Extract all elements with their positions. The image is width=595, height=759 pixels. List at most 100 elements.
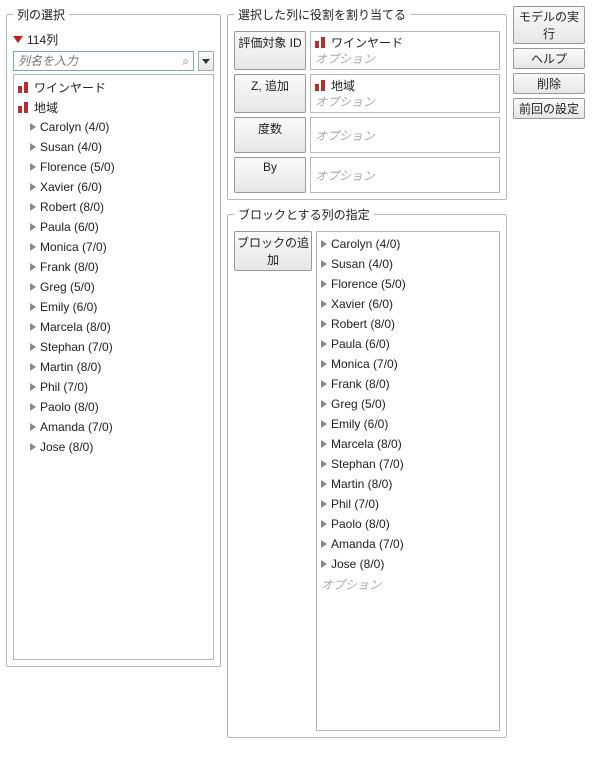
- search-input[interactable]: [16, 53, 180, 69]
- expand-icon: [30, 163, 36, 171]
- role-dropzone[interactable]: ワインヤードオプション: [310, 31, 500, 70]
- expand-icon: [30, 203, 36, 211]
- column-list-item[interactable]: Paula (6/0): [16, 217, 211, 237]
- block-list-item[interactable]: Greg (5/0): [319, 394, 497, 414]
- column-list[interactable]: ワインヤード地域Carolyn (4/0)Susan (4/0)Florence…: [13, 74, 214, 660]
- blocks-panel: ブロックとする列の指定 ブロックの追加 Carolyn (4/0)Susan (…: [227, 206, 507, 738]
- block-label: Paula (6/0): [331, 337, 390, 351]
- column-label: Marcela (8/0): [40, 320, 111, 334]
- nominal-icon: [315, 80, 327, 91]
- block-list-item[interactable]: Xavier (6/0): [319, 294, 497, 314]
- expand-icon: [30, 363, 36, 371]
- dropdown-icon[interactable]: [13, 36, 23, 43]
- option-placeholder: オプション: [315, 50, 495, 67]
- expand-icon: [321, 380, 327, 388]
- role-dropzone[interactable]: オプション: [310, 117, 500, 153]
- block-list-item[interactable]: Jose (8/0): [319, 554, 497, 574]
- column-select-legend: 列の選択: [13, 6, 69, 23]
- expand-icon: [30, 323, 36, 331]
- column-list-item[interactable]: Greg (5/0): [16, 277, 211, 297]
- block-list-item[interactable]: Florence (5/0): [319, 274, 497, 294]
- search-input-wrap[interactable]: ⌕: [13, 51, 194, 71]
- block-list-item[interactable]: Stephan (7/0): [319, 454, 497, 474]
- block-label: Martin (8/0): [331, 477, 392, 491]
- expand-icon: [30, 143, 36, 151]
- block-label: Amanda (7/0): [331, 537, 404, 551]
- block-list-item[interactable]: Frank (8/0): [319, 374, 497, 394]
- block-label: Robert (8/0): [331, 317, 395, 331]
- block-list-item[interactable]: Robert (8/0): [319, 314, 497, 334]
- column-list-item[interactable]: Xavier (6/0): [16, 177, 211, 197]
- block-list-item[interactable]: Amanda (7/0): [319, 534, 497, 554]
- role-value: 地域: [331, 77, 355, 94]
- expand-icon: [321, 440, 327, 448]
- run-model-button[interactable]: モデルの実行: [513, 6, 585, 44]
- column-label: Monica (7/0): [40, 240, 107, 254]
- expand-icon: [321, 340, 327, 348]
- block-label: Stephan (7/0): [331, 457, 404, 471]
- block-list-item[interactable]: Marcela (8/0): [319, 434, 497, 454]
- block-label: Greg (5/0): [331, 397, 386, 411]
- column-count-label: 114列: [27, 31, 58, 48]
- block-list-item[interactable]: Martin (8/0): [319, 474, 497, 494]
- role-button[interactable]: 度数: [234, 117, 306, 153]
- column-list-item[interactable]: ワインヤード: [16, 77, 211, 97]
- block-list-item[interactable]: Paula (6/0): [319, 334, 497, 354]
- block-label: Xavier (6/0): [331, 297, 393, 311]
- expand-icon: [30, 303, 36, 311]
- column-list-item[interactable]: Frank (8/0): [16, 257, 211, 277]
- prev-settings-button[interactable]: 前回の設定: [513, 98, 585, 119]
- role-button[interactable]: 評価対象 ID: [234, 31, 306, 70]
- roles-legend: 選択した列に役割を割り当てる: [234, 6, 410, 23]
- expand-icon: [30, 403, 36, 411]
- block-label: Jose (8/0): [331, 557, 384, 571]
- column-list-item[interactable]: Stephan (7/0): [16, 337, 211, 357]
- nominal-icon: [18, 102, 30, 113]
- block-list-item[interactable]: Monica (7/0): [319, 354, 497, 374]
- add-block-button[interactable]: ブロックの追加: [234, 231, 312, 271]
- expand-icon: [321, 480, 327, 488]
- role-dropzone[interactable]: オプション: [310, 157, 500, 193]
- column-list-item[interactable]: Jose (8/0): [16, 437, 211, 457]
- column-list-item[interactable]: Robert (8/0): [16, 197, 211, 217]
- block-label: Phil (7/0): [331, 497, 379, 511]
- column-list-item[interactable]: Amanda (7/0): [16, 417, 211, 437]
- column-list-item[interactable]: Carolyn (4/0): [16, 117, 211, 137]
- column-list-item[interactable]: Monica (7/0): [16, 237, 211, 257]
- block-list-item[interactable]: Carolyn (4/0): [319, 234, 497, 254]
- nominal-icon: [18, 82, 30, 93]
- column-list-item[interactable]: Susan (4/0): [16, 137, 211, 157]
- expand-icon: [321, 280, 327, 288]
- column-label: ワインヤード: [34, 79, 106, 96]
- block-list-item[interactable]: Emily (6/0): [319, 414, 497, 434]
- column-label: Phil (7/0): [40, 380, 88, 394]
- column-list-item[interactable]: Phil (7/0): [16, 377, 211, 397]
- block-list-item[interactable]: Phil (7/0): [319, 494, 497, 514]
- column-list-item[interactable]: 地域: [16, 97, 211, 117]
- search-dropdown-button[interactable]: [198, 51, 214, 71]
- column-list-item[interactable]: Martin (8/0): [16, 357, 211, 377]
- column-label: 地域: [34, 99, 58, 116]
- role-button[interactable]: Z, 追加: [234, 74, 306, 113]
- expand-icon: [30, 443, 36, 451]
- column-label: Frank (8/0): [40, 260, 99, 274]
- blocks-legend: ブロックとする列の指定: [234, 206, 374, 223]
- column-list-item[interactable]: Marcela (8/0): [16, 317, 211, 337]
- column-list-item[interactable]: Florence (5/0): [16, 157, 211, 177]
- help-button[interactable]: ヘルプ: [513, 48, 585, 69]
- option-placeholder: オプション: [315, 93, 495, 110]
- delete-button[interactable]: 削除: [513, 73, 585, 94]
- expand-icon: [30, 123, 36, 131]
- column-list-item[interactable]: Emily (6/0): [16, 297, 211, 317]
- column-list-item[interactable]: Paolo (8/0): [16, 397, 211, 417]
- expand-icon: [321, 320, 327, 328]
- block-label: Emily (6/0): [331, 417, 388, 431]
- expand-icon: [30, 283, 36, 291]
- role-button[interactable]: By: [234, 157, 306, 193]
- block-label: Monica (7/0): [331, 357, 398, 371]
- role-dropzone[interactable]: 地域オプション: [310, 74, 500, 113]
- column-label: Emily (6/0): [40, 300, 97, 314]
- block-list[interactable]: Carolyn (4/0)Susan (4/0)Florence (5/0) Xa…: [316, 231, 500, 731]
- block-list-item[interactable]: Susan (4/0): [319, 254, 497, 274]
- block-list-item[interactable]: Paolo (8/0): [319, 514, 497, 534]
